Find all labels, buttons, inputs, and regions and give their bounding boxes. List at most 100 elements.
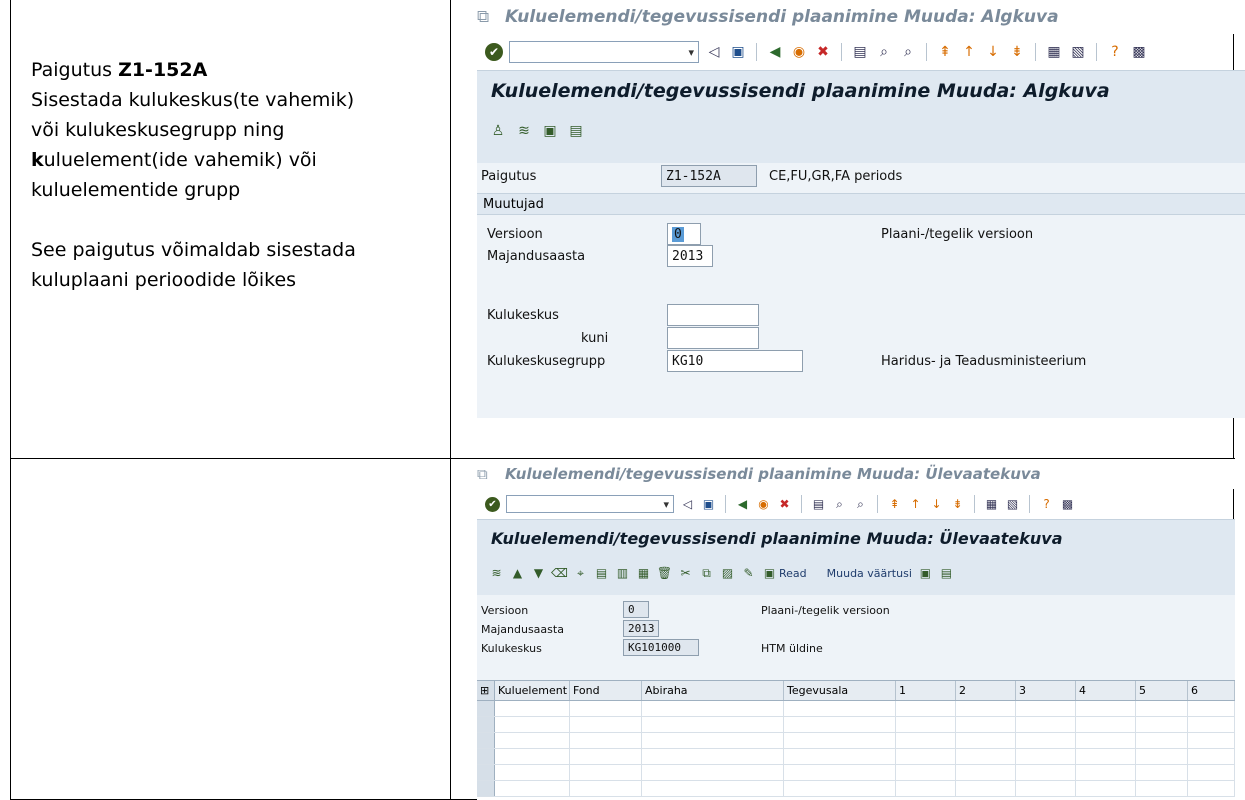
column-header[interactable]: 5: [1136, 681, 1188, 700]
print-icon[interactable]: ▤: [851, 44, 869, 60]
exit-icon[interactable]: ◉: [756, 497, 771, 511]
enter-check-icon[interactable]: ✔: [485, 43, 503, 61]
select-block-icon[interactable]: ▥: [615, 566, 630, 580]
read-icon[interactable]: ▣: [762, 566, 777, 580]
column-header[interactable]: 2: [956, 681, 1016, 700]
period-screen-icon[interactable]: ▤: [567, 123, 585, 139]
read-button[interactable]: Read: [779, 567, 807, 580]
version-label: Versioon: [487, 227, 543, 242]
person-icon[interactable]: ♙: [489, 123, 507, 139]
new-session-icon[interactable]: ▦: [1045, 44, 1063, 60]
fiscal-year-field[interactable]: 2013: [667, 245, 713, 267]
previous-page-icon[interactable]: ↑: [908, 497, 923, 511]
previous-page-icon[interactable]: ↑: [960, 44, 978, 60]
deselect-icon[interactable]: ▦: [636, 566, 651, 580]
back-icon[interactable]: ◀: [766, 44, 784, 60]
overview-icon[interactable]: ▣: [918, 566, 933, 580]
save-icon[interactable]: ▣: [701, 497, 716, 511]
first-page-icon[interactable]: ⇞: [936, 44, 954, 60]
shortcut-icon[interactable]: ▧: [1069, 44, 1087, 60]
help-icon[interactable]: ?: [1106, 44, 1124, 60]
column-header[interactable]: 1: [896, 681, 956, 700]
change-values-button[interactable]: Muuda väärtusi: [827, 567, 912, 580]
print-icon[interactable]: ▤: [811, 497, 826, 511]
cancel-icon[interactable]: ✖: [777, 497, 792, 511]
table-row[interactable]: [477, 749, 1235, 765]
sort-up-icon[interactable]: ▲: [510, 566, 525, 580]
copy-icon[interactable]: ⧉: [699, 566, 714, 581]
planning-grid: ⊞ Kuluelement Fond Abiraha Tegevusala 1 …: [477, 680, 1235, 800]
enter-check-icon[interactable]: ✔: [485, 496, 500, 512]
next-page-icon[interactable]: ↓: [984, 44, 1002, 60]
back-arrow-icon[interactable]: ◁: [705, 44, 723, 60]
column-header[interactable]: Abiraha: [642, 681, 784, 700]
back-icon[interactable]: ◀: [735, 497, 750, 511]
screen-title: Kuluelemendi/tegevussisendi plaanimine M…: [491, 528, 1063, 548]
table-row[interactable]: [477, 781, 1235, 797]
document-table: Paigutus Z1-152A Sisestada kulukeskus(te…: [10, 0, 1245, 800]
table-row[interactable]: [477, 733, 1235, 749]
cancel-icon[interactable]: ✖: [814, 44, 832, 60]
table-row[interactable]: [477, 765, 1235, 781]
graph-icon[interactable]: ≋: [515, 123, 533, 139]
instructions-text: Paigutus Z1-152A Sisestada kulukeskus(te…: [31, 55, 446, 295]
instruction-line-6: See paigutus võimaldab sisestada: [31, 239, 356, 261]
exit-icon[interactable]: ◉: [790, 44, 808, 60]
cost-center-from-field[interactable]: [667, 304, 759, 326]
next-page-icon[interactable]: ↓: [929, 497, 944, 511]
cost-center-group-description: Haridus- ja Teadusministeerium: [881, 354, 1087, 369]
graph-icon[interactable]: ≋: [489, 566, 504, 580]
paste-icon[interactable]: ▨: [720, 566, 735, 580]
menu-icon[interactable]: ⧉: [477, 465, 497, 483]
column-settings-icon[interactable]: ⊞: [477, 681, 495, 700]
help-icon[interactable]: ?: [1039, 497, 1054, 511]
cost-center-label: Kulukeskus: [487, 308, 559, 323]
back-arrow-icon[interactable]: ◁: [680, 497, 695, 511]
column-header[interactable]: 3: [1016, 681, 1076, 700]
table-row[interactable]: [477, 701, 1235, 717]
save-icon[interactable]: ▣: [729, 44, 747, 60]
fiscal-year-field: 2013: [623, 620, 659, 637]
find-next-icon[interactable]: ⌕: [899, 44, 917, 60]
table-row[interactable]: [477, 717, 1235, 733]
period-screen-icon[interactable]: ▤: [939, 566, 954, 580]
column-header[interactable]: 4: [1076, 681, 1136, 700]
sort-down-icon[interactable]: ▼: [531, 566, 546, 580]
edit-icon[interactable]: ✎: [741, 566, 756, 580]
layout-menu-icon[interactable]: ▩: [1060, 497, 1075, 511]
menu-icon[interactable]: ⧉: [477, 7, 497, 27]
overview-icon[interactable]: ▣: [541, 123, 559, 139]
grid-header: ⊞ Kuluelement Fond Abiraha Tegevusala 1 …: [477, 681, 1235, 701]
select-all-icon[interactable]: ▤: [594, 566, 609, 580]
instruction-line-3: või kulukeskusegrupp ning: [31, 119, 285, 141]
cost-center-to-field[interactable]: [667, 327, 759, 349]
cost-center-group-field[interactable]: KG10: [667, 350, 803, 372]
cost-center-description: HTM üldine: [761, 642, 823, 655]
last-page-icon[interactable]: ⇟: [950, 497, 965, 511]
new-session-icon[interactable]: ▦: [984, 497, 999, 511]
application-toolbar: ♙ ≋ ▣ ▤: [477, 111, 1245, 151]
layout-menu-icon[interactable]: ▩: [1130, 44, 1148, 60]
command-field[interactable]: ▾: [509, 41, 699, 63]
delete-icon[interactable]: 🗑: [657, 566, 672, 580]
instruction-line-4: kuluelement(ide vahemik) või: [31, 149, 317, 171]
column-header[interactable]: 6: [1188, 681, 1235, 700]
find-next-icon[interactable]: ⌕: [853, 497, 868, 512]
cut-icon[interactable]: ✂: [678, 566, 693, 580]
shortcut-icon[interactable]: ▧: [1005, 497, 1020, 511]
last-page-icon[interactable]: ⇟: [1008, 44, 1026, 60]
column-header[interactable]: Kuluelement: [495, 681, 570, 700]
version-field[interactable]: 0: [667, 223, 701, 245]
command-field[interactable]: ▾: [506, 495, 674, 513]
first-page-icon[interactable]: ⇞: [887, 497, 902, 511]
standard-toolbar: ✔ ▾ ◁ ▣ ◀ ◉ ✖ ▤ ⌕ ⌕ ⇞ ↑ ↓ ⇟ ▦ ▧ ? ▩: [477, 34, 1245, 70]
find-icon[interactable]: ⌕: [832, 497, 847, 512]
cost-center-group-label: Kulukeskusegrupp: [487, 354, 606, 369]
find-icon[interactable]: ⌕: [875, 44, 893, 60]
variables-group-title: Muutujad: [477, 193, 1245, 215]
sap-overview-screen: ⧉ Kuluelemendi/tegevussisendi plaanimine…: [477, 459, 1235, 800]
column-header[interactable]: Fond: [570, 681, 642, 700]
column-header[interactable]: Tegevusala: [784, 681, 896, 700]
select-icon[interactable]: ⌖: [573, 566, 588, 581]
eraser-icon[interactable]: ⌫: [551, 566, 568, 580]
